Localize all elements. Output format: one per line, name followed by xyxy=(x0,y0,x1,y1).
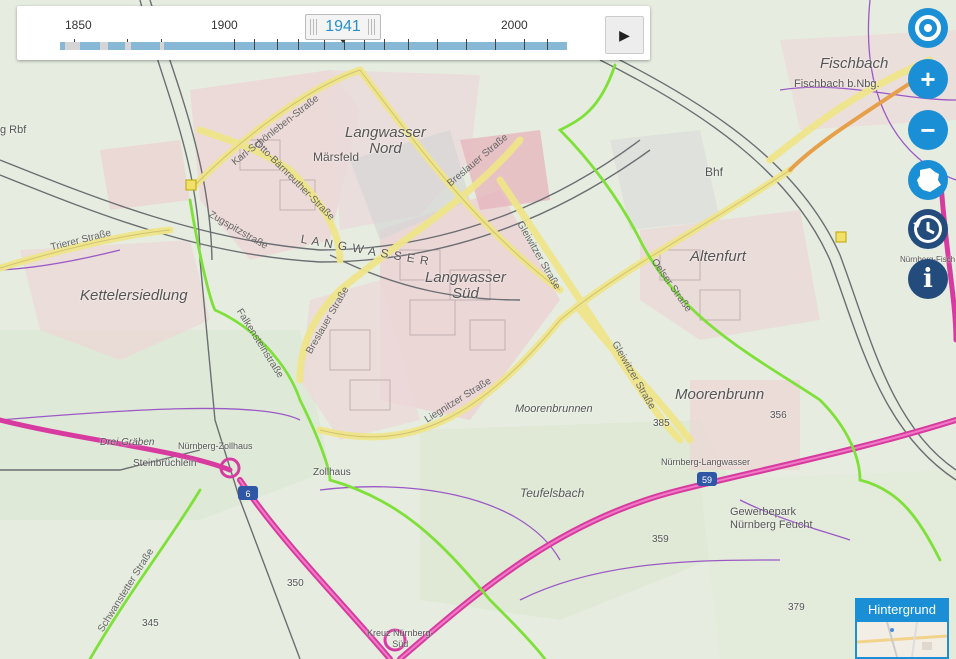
year-label-2000: 2000 xyxy=(501,18,528,32)
handle-grip-left-2 xyxy=(313,19,314,35)
timeline-panel: 1850 1900 2000 1941 ▶ xyxy=(17,6,650,60)
map-text-a6: 6 xyxy=(245,489,250,499)
topographic-map[interactable]: 6 59 xyxy=(0,0,956,659)
plus-icon: + xyxy=(920,63,936,94)
year-label-1900: 1900 xyxy=(211,18,238,32)
background-title: Hintergrund xyxy=(868,602,936,617)
timeline-tick xyxy=(384,39,385,50)
locate-icon xyxy=(915,15,941,41)
map-text-a59: 59 xyxy=(702,475,712,485)
timeline-tick xyxy=(277,39,278,50)
handle-grip-right xyxy=(368,19,369,35)
history-icon xyxy=(913,215,942,243)
timeline-tick xyxy=(524,39,525,50)
timeline-track[interactable] xyxy=(60,39,567,50)
selected-year: 1941 xyxy=(325,18,361,35)
background-thumbnail[interactable] xyxy=(857,622,947,657)
play-button[interactable]: ▶ xyxy=(605,16,644,54)
year-label-1850: 1850 xyxy=(65,18,92,32)
locate-button[interactable] xyxy=(908,8,948,48)
timeline-tick xyxy=(437,39,438,50)
zoom-out-button[interactable]: − xyxy=(908,110,948,150)
bavaria-button[interactable] xyxy=(908,160,948,200)
timeline-gap xyxy=(125,42,131,50)
bavaria-icon xyxy=(917,168,941,192)
background-selector[interactable]: Hintergrund xyxy=(855,598,949,659)
timeline-tick xyxy=(408,39,409,50)
handle-grip-right-3 xyxy=(374,19,375,35)
info-icon: i xyxy=(923,264,933,294)
timeline-gap xyxy=(65,42,80,50)
handle-grip-right-2 xyxy=(371,19,372,35)
timeline-tick xyxy=(298,39,299,50)
history-button[interactable] xyxy=(908,209,948,249)
background-thumbnail-map xyxy=(857,622,947,657)
timeline-tick xyxy=(547,39,548,50)
handle-grip-left-3 xyxy=(316,19,317,35)
timeline-tick xyxy=(324,39,325,50)
timeline-tick xyxy=(234,39,235,50)
zoom-in-button[interactable]: + xyxy=(908,59,948,99)
timeline-gap xyxy=(160,42,164,50)
handle-grip-left xyxy=(310,19,311,35)
timeline-tick xyxy=(495,39,496,50)
timeline-track-fill xyxy=(60,42,567,50)
timeline-gap xyxy=(100,42,108,50)
timeline-tick xyxy=(364,39,365,50)
info-button[interactable]: i xyxy=(908,259,948,299)
timeline-handle[interactable]: 1941 xyxy=(305,14,381,40)
timeline-tick xyxy=(466,39,467,50)
minus-icon: − xyxy=(920,114,936,145)
timeline-tick xyxy=(254,39,255,50)
